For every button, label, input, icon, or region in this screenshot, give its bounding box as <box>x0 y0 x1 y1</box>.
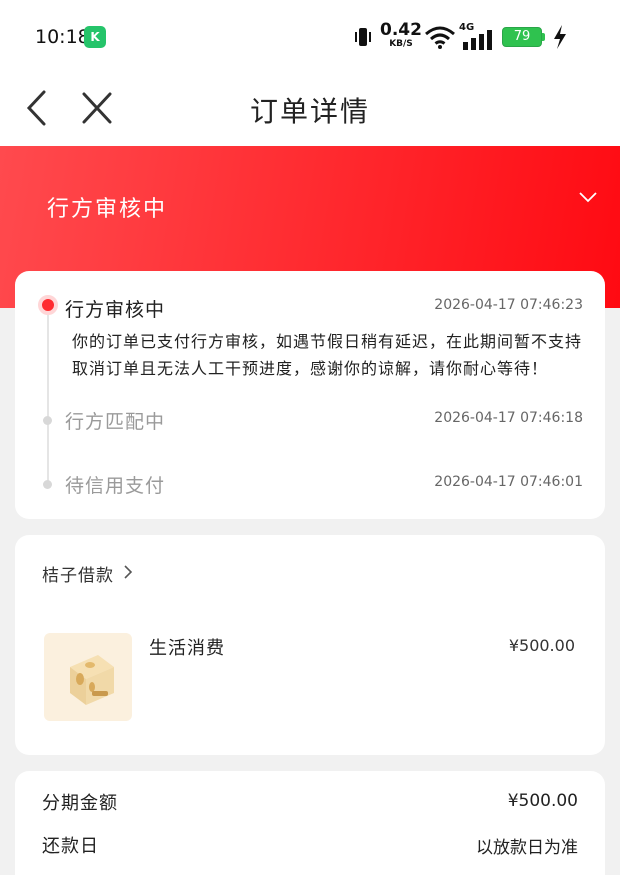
app-notification-icon: K <box>84 26 106 48</box>
timeline-step-time: 2026-04-17 07:46:18 <box>434 410 583 426</box>
loan-provider-link[interactable]: 桔子借款 <box>42 561 114 586</box>
net-speed-value: 0.42 <box>380 20 422 40</box>
status-bar: 10:18 K 0.42 KB/S 4G 79 <box>0 0 620 72</box>
timeline-dot <box>43 480 52 489</box>
loan-card: 桔子借款 生活消费 ¥500.00 <box>15 535 605 755</box>
order-timeline: 行方审核中 2026-04-17 07:46:23 你的订单已支付行方审核，如遇… <box>15 271 605 519</box>
product-name: 生活消费 <box>149 638 225 659</box>
timeline-step-title: 行方匹配中 <box>65 411 166 433</box>
repayment-day-value: 以放款日为准 <box>476 838 578 858</box>
chevron-right-icon[interactable] <box>123 564 133 580</box>
timeline-step-title: 待信用支付 <box>65 475 166 497</box>
net-speed-unit: KB/S <box>389 39 413 49</box>
order-status-title: 行方审核中 <box>47 197 168 222</box>
coin-box-icon <box>70 655 114 705</box>
timeline-dot <box>43 416 52 425</box>
installment-amount-label: 分期金额 <box>42 793 118 814</box>
repayment-day-label: 还款日 <box>42 836 99 857</box>
nav-bar: 订单详情 <box>0 72 620 146</box>
timeline-dot-active <box>38 295 58 315</box>
chevron-down-icon[interactable] <box>578 190 598 204</box>
product-image <box>44 633 132 721</box>
timeline-line <box>47 303 49 485</box>
timeline-step-time: 2026-04-17 07:46:01 <box>434 474 583 490</box>
installment-amount-value: ¥500.00 <box>507 791 578 811</box>
product-price: ¥500.00 <box>508 636 575 655</box>
vibrate-icon <box>355 28 371 46</box>
timeline-step-description: 你的订单已支付行方审核，如遇节假日稍有延迟，在此期间暂不支持取消订单且无法人工干… <box>72 332 583 378</box>
cellular-signal-icon: 4G <box>459 22 495 50</box>
timeline-step-title: 行方审核中 <box>65 299 166 321</box>
page-title: 订单详情 <box>249 95 370 128</box>
wifi-icon <box>425 26 455 49</box>
battery-tip <box>542 33 545 41</box>
timeline-step-time: 2026-04-17 07:46:23 <box>434 297 583 313</box>
battery-indicator: 79 <box>502 27 542 47</box>
installment-summary: 分期金额 ¥500.00 还款日 以放款日为准 <box>15 771 605 875</box>
status-time: 10:18 <box>35 26 90 48</box>
net-speed: 0.42 KB/S <box>379 21 423 49</box>
charging-icon <box>554 25 566 49</box>
